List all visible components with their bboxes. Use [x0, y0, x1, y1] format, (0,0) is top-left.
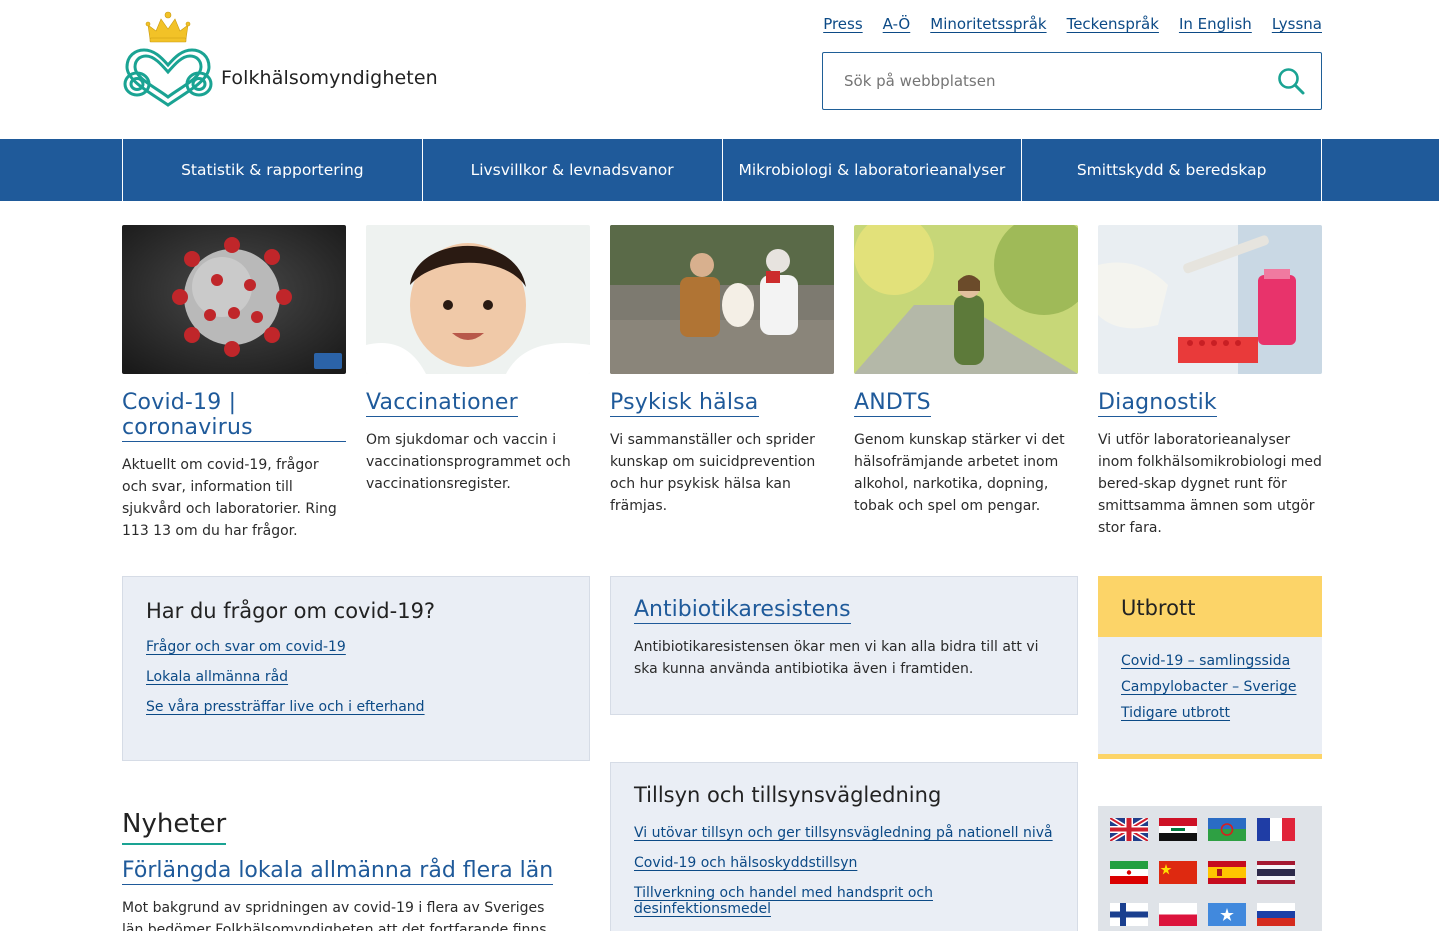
uk-flag-icon[interactable]: [1110, 818, 1148, 841]
nav-item-mikrobiologi[interactable]: Mikrobiologi & laboratorieanalyser: [723, 139, 1023, 201]
card-text-andts: Genom kunskap stärker vi det hälsofrämja…: [854, 432, 1065, 514]
tillsyn-link-halsoskydd[interactable]: Covid-19 och hälsoskyddstillsyn: [634, 855, 1054, 871]
toplink-a-o[interactable]: A-Ö: [883, 15, 911, 33]
logo-text: Folkhälsomyndigheten: [221, 67, 438, 89]
nav-item-livsvillkor[interactable]: Livsvillkor & levnadsvanor: [423, 139, 723, 201]
tillsyn-title: Tillsyn och tillsynsvägledning: [634, 783, 942, 807]
language-flags: [1098, 806, 1322, 931]
utbrott-title: Utbrott: [1098, 576, 1322, 637]
france-flag-icon[interactable]: [1257, 818, 1295, 841]
utbrott-link-covid[interactable]: Covid-19 – samlingssida: [1121, 653, 1299, 669]
covid-faq-box: Har du frågor om covid-19? Frågor och sv…: [122, 576, 590, 761]
iran-flag-icon[interactable]: [1110, 860, 1148, 884]
tillsyn-link-handsprit[interactable]: Tillverkning och handel med handsprit oc…: [634, 885, 1054, 917]
card-title-psykisk-halsa[interactable]: Psykisk hälsa: [610, 390, 759, 417]
nav-item-smittskydd[interactable]: Smittskydd & beredskap: [1022, 139, 1322, 201]
utbrott-box: Utbrott Covid-19 – samlingssida Campylob…: [1098, 576, 1322, 759]
somalia-flag-icon[interactable]: [1208, 903, 1246, 927]
iraq-flag-icon[interactable]: [1159, 818, 1197, 841]
topic-cards: Covid-19 | coronavirus Aktuellt om covid…: [122, 225, 1322, 542]
card-title-covid[interactable]: Covid-19 | coronavirus: [122, 390, 346, 442]
card-text-vaccinationer: Om sjukdomar och vaccin i vaccinationspr…: [366, 432, 571, 492]
china-flag-icon[interactable]: [1159, 860, 1197, 884]
search-button[interactable]: [1261, 53, 1321, 109]
card-title-vaccinationer[interactable]: Vaccinationer: [366, 390, 518, 417]
card-title-diagnostik[interactable]: Diagnostik: [1098, 390, 1217, 417]
card-title-andts[interactable]: ANDTS: [854, 390, 931, 417]
toplink-press[interactable]: Press: [823, 15, 862, 33]
russia-flag-icon[interactable]: [1257, 903, 1295, 927]
coronavirus-image[interactable]: [122, 225, 346, 374]
poland-flag-icon[interactable]: [1159, 903, 1197, 927]
antibiotika-title[interactable]: Antibiotikaresistens: [634, 597, 851, 624]
faq-link-allmanna-rad[interactable]: Lokala allmänna råd: [146, 669, 566, 685]
card-diagnostik: Diagnostik Vi utför laboratorieanalyser …: [1098, 225, 1322, 542]
news-article-text: Mot bakgrund av spridningen av covid-19 …: [122, 900, 547, 931]
couple-with-dog-image[interactable]: [610, 225, 834, 374]
baby-image[interactable]: [366, 225, 590, 374]
finland-flag-icon[interactable]: [1110, 903, 1148, 927]
site-logo[interactable]: Folkhälsomyndigheten: [121, 9, 438, 111]
toplink-minoritetssprak[interactable]: Minoritetsspråk: [930, 15, 1046, 33]
search-input[interactable]: [823, 53, 1261, 109]
faq-link-fragor[interactable]: Frågor och svar om covid-19: [146, 639, 566, 655]
main-nav: Statistik & rapportering Livsvillkor & l…: [0, 139, 1439, 201]
woman-park-image[interactable]: [854, 225, 1078, 374]
toplink-in-english[interactable]: In English: [1179, 15, 1252, 33]
nav-item-statistik[interactable]: Statistik & rapportering: [123, 139, 423, 201]
search-box: [822, 52, 1322, 110]
utility-nav: Press A-Ö Minoritetsspråk Teckenspråk In…: [823, 15, 1322, 33]
toplink-lyssna[interactable]: Lyssna: [1272, 15, 1322, 33]
search-icon: [1278, 68, 1305, 95]
card-text-psykisk-halsa: Vi sammanställer och sprider kunskap om …: [610, 432, 816, 514]
crown-heart-logo-icon: [123, 11, 213, 107]
laboratory-image[interactable]: [1098, 225, 1322, 374]
tillsyn-box: Tillsyn och tillsynsvägledning Vi utövar…: [610, 762, 1078, 931]
card-text-diagnostik: Vi utför laboratorieanalyser inom folkhä…: [1098, 432, 1322, 536]
card-vaccinationer: Vaccinationer Om sjukdomar och vaccin i …: [366, 225, 590, 542]
card-andts: ANDTS Genom kunskap stärker vi det hälso…: [854, 225, 1078, 542]
card-covid: Covid-19 | coronavirus Aktuellt om covid…: [122, 225, 346, 542]
utbrott-link-campylobacter[interactable]: Campylobacter – Sverige: [1121, 679, 1299, 695]
news-article-title[interactable]: Förlängda lokala allmänna råd flera län: [122, 858, 554, 885]
tillsyn-link-nationell[interactable]: Vi utövar tillsyn och ger tillsynsvägled…: [634, 825, 1054, 841]
covid-faq-title: Har du frågor om covid-19?: [146, 599, 436, 623]
thailand-flag-icon[interactable]: [1257, 860, 1295, 884]
toplink-teckensprak[interactable]: Teckenspråk: [1067, 15, 1159, 33]
card-text-covid: Aktuellt om covid-19, frågor och svar, i…: [122, 457, 337, 539]
news-heading: Nyheter: [122, 809, 227, 845]
antibiotika-text: Antibiotikaresistensen ökar men vi kan a…: [634, 639, 1039, 677]
utbrott-link-tidigare[interactable]: Tidigare utbrott: [1121, 705, 1299, 721]
spain-flag-icon[interactable]: [1208, 860, 1246, 884]
faq-link-presstraffar[interactable]: Se våra pressträffar live och i efterhan…: [146, 699, 566, 715]
card-psykisk-halsa: Psykisk hälsa Vi sammanställer och sprid…: [610, 225, 834, 542]
romani-flag-icon[interactable]: [1208, 818, 1246, 841]
antibiotika-box: Antibiotikaresistens Antibiotikaresisten…: [610, 576, 1078, 715]
